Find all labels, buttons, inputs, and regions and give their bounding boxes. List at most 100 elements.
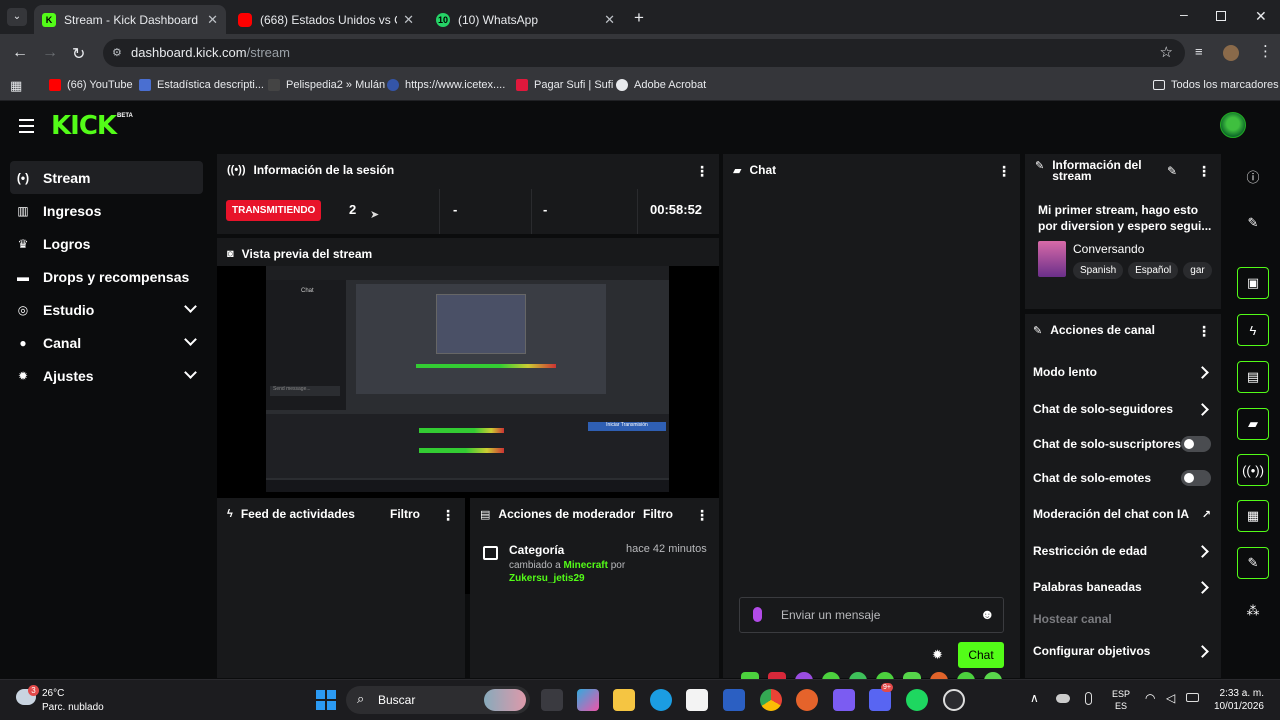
user-avatar[interactable] [1220, 112, 1246, 138]
broadcast-icon[interactable]: ((•)) [1237, 454, 1269, 486]
tray-expand-icon[interactable]: ∧ [1030, 691, 1039, 705]
chrome-icon[interactable] [760, 689, 782, 711]
wrench-icon[interactable]: ✎ [1237, 547, 1269, 579]
edge-icon[interactable] [650, 689, 672, 711]
kick-logo[interactable]: KICK [51, 111, 117, 141]
url-bar[interactable]: ⚙ dashboard.kick.com/stream ☆ [103, 39, 1185, 67]
edit-icon[interactable]: ✎ [1237, 207, 1269, 239]
reload-icon[interactable]: ↻ [72, 44, 85, 64]
bookmark-estadistica[interactable]: Estadística descripti... [139, 79, 264, 91]
moderator-filter-button[interactable]: Filtro [643, 507, 673, 521]
tag[interactable]: Español [1128, 262, 1179, 279]
sidebar-item-stream[interactable]: (•) Stream [10, 161, 203, 194]
activity-menu-icon[interactable]: ⋮ [441, 508, 455, 522]
all-bookmarks[interactable]: Todos los marcadores [1153, 79, 1279, 91]
chat-settings-icon[interactable]: ✹ [932, 647, 943, 663]
preview-icon[interactable]: ▣ [1237, 267, 1269, 299]
site-info-icon[interactable]: ⚙ [112, 39, 122, 67]
weather-widget[interactable]: 3 26°C Parc. nublado [16, 685, 126, 716]
info-icon[interactable]: ⓘ [1237, 160, 1269, 192]
task-view-icon[interactable] [541, 689, 563, 711]
bookmark-icetex[interactable]: https://www.icetex.... [387, 79, 505, 91]
tab-whatsapp[interactable]: 10 (10) WhatsApp ✕ [428, 5, 623, 34]
discord-icon[interactable]: 9+ [869, 683, 893, 711]
close-tab-icon[interactable]: ✕ [604, 12, 615, 28]
chat-input[interactable]: Enviar un mensaje ☻ [739, 597, 1004, 633]
taskbar-search[interactable]: ⌕ Buscar [346, 686, 530, 714]
video-icon[interactable]: ▦ [1237, 500, 1269, 532]
moderator-menu-icon[interactable]: ⋮ [695, 508, 709, 522]
close-window-icon[interactable]: ✕ [1255, 8, 1267, 25]
action-palabras-baneadas[interactable]: Palabras baneadas [1033, 575, 1211, 599]
onedrive-icon[interactable] [1056, 694, 1070, 703]
microphone-icon[interactable] [753, 607, 762, 622]
tab-youtube[interactable]: (668) Estados Unidos vs Colomb ✕ [230, 5, 422, 34]
emoji-icon[interactable]: ☻ [980, 606, 995, 622]
forward-icon[interactable]: → [42, 44, 58, 62]
sidebar-item-canal[interactable]: ● Canal [10, 326, 203, 359]
document-icon[interactable]: ▤ [1237, 361, 1269, 393]
language-indicator[interactable]: ESP ES [1112, 688, 1130, 712]
action-configurar-objetivos[interactable]: Configurar objetivos [1033, 639, 1211, 663]
close-tab-icon[interactable]: ✕ [207, 12, 218, 28]
mod-event-category-link[interactable]: Minecraft [563, 560, 607, 571]
word-icon[interactable] [723, 689, 745, 711]
tab-kick-dashboard[interactable]: K Stream - Kick Dashboard ✕ [34, 5, 226, 34]
apps-grid-icon[interactable]: ▦ [10, 78, 22, 94]
bookmark-youtube[interactable]: (66) YouTube [49, 79, 133, 91]
tag[interactable]: Spanish [1073, 262, 1124, 279]
session-menu-icon[interactable]: ⋮ [695, 164, 709, 178]
spotify-icon[interactable] [906, 689, 928, 711]
bookmark-sufi[interactable]: Pagar Sufi | Sufi [516, 79, 613, 91]
chat-send-button[interactable]: Chat [958, 642, 1004, 668]
sidebar-item-logros[interactable]: ♛ Logros [10, 227, 203, 260]
activity-filter-button[interactable]: Filtro [390, 507, 420, 521]
firefox-icon[interactable] [796, 689, 818, 711]
game-controller-icon[interactable] [833, 689, 855, 711]
back-icon[interactable]: ← [12, 44, 28, 62]
microphone-icon[interactable] [1085, 692, 1092, 705]
store-icon[interactable] [686, 689, 708, 711]
solo-suscriptores-toggle[interactable] [1181, 436, 1211, 452]
tab-search-button[interactable]: ⌄ [7, 8, 27, 26]
minimize-icon[interactable]: – [1180, 6, 1188, 22]
copilot-icon[interactable] [577, 689, 599, 711]
maximize-icon[interactable] [1216, 11, 1226, 21]
media-control-icon[interactable]: ≡ [1195, 44, 1203, 59]
windows-start-icon[interactable] [316, 690, 336, 710]
action-modo-lento[interactable]: Modo lento [1033, 360, 1211, 384]
action-moderacion-ia[interactable]: Moderación del chat con IA ↗ [1033, 502, 1211, 526]
sidebar-item-ingresos[interactable]: ▥ Ingresos [10, 194, 203, 227]
obs-icon[interactable] [943, 689, 965, 711]
stream-info-menu-icon[interactable]: ⋮ [1197, 164, 1211, 178]
bookmark-star-icon[interactable]: ☆ [1160, 39, 1173, 67]
file-explorer-icon[interactable] [613, 689, 635, 711]
chat-bubble-icon[interactable]: ▰ [1237, 408, 1269, 440]
add-widget-icon[interactable]: ⁂ [1237, 595, 1269, 627]
chat-menu-icon[interactable]: ⋮ [997, 164, 1011, 178]
wifi-icon[interactable]: ◠ [1145, 691, 1155, 705]
close-tab-icon[interactable]: ✕ [403, 12, 414, 28]
sidebar-item-ajustes[interactable]: ✹ Ajustes [10, 359, 203, 392]
mod-event-user-link[interactable]: Zukersu_jetis29 [509, 573, 585, 584]
volume-icon[interactable]: ◁ [1166, 691, 1175, 705]
solo-emotes-toggle[interactable] [1181, 470, 1211, 486]
edit-stream-info-icon[interactable]: ✎ [1167, 164, 1177, 178]
action-restriccion-edad[interactable]: Restricción de edad [1033, 539, 1211, 563]
browser-menu-icon[interactable]: ⋮ [1258, 42, 1273, 60]
new-tab-icon[interactable]: + [634, 8, 644, 28]
bookmark-acrobat[interactable]: Adobe Acrobat [616, 79, 706, 91]
action-solo-emotes[interactable]: Chat de solo-emotes [1033, 466, 1211, 490]
profile-avatar[interactable] [1223, 45, 1239, 61]
sidebar-item-drops[interactable]: ▬ Drops y recompensas [10, 260, 203, 293]
action-solo-suscriptores[interactable]: Chat de solo-suscriptores [1033, 432, 1211, 456]
sidebar-item-estudio[interactable]: ◎ Estudio [10, 293, 203, 326]
hamburger-menu-icon[interactable] [19, 119, 34, 133]
bookmark-pelispedia[interactable]: Pelispedia2 » Mulán [268, 79, 385, 91]
battery-icon[interactable] [1186, 693, 1199, 702]
action-solo-seguidores[interactable]: Chat de solo-seguidores [1033, 397, 1211, 421]
channel-actions-menu-icon[interactable]: ⋮ [1197, 324, 1211, 338]
clock[interactable]: 2:33 a. m. 10/01/2026 [1208, 687, 1264, 713]
tag[interactable]: gar [1183, 262, 1212, 279]
lightning-icon[interactable]: ϟ [1237, 314, 1269, 346]
